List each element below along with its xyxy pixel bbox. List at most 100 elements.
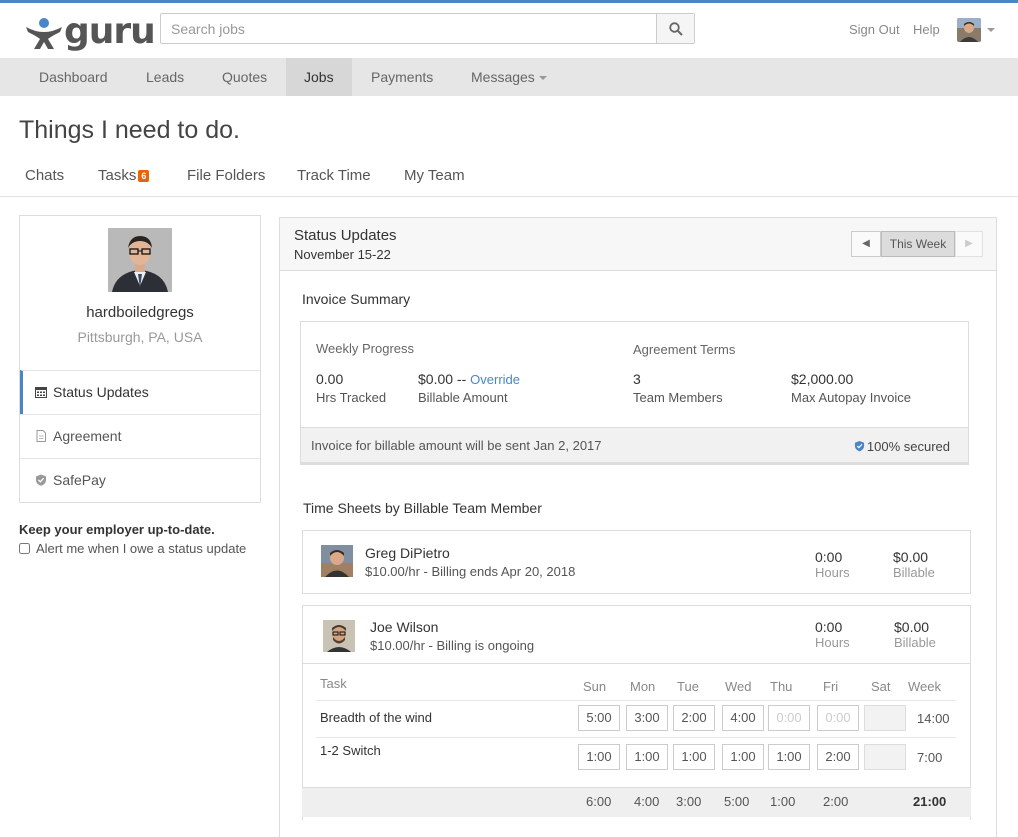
total-mon: 4:00: [634, 794, 660, 809]
task-week-total: 14:00: [917, 711, 950, 726]
invoice-summary-heading: Invoice Summary: [302, 291, 411, 307]
column-header-week: Week: [908, 679, 941, 694]
billable-amount-row: $0.00 -- Override: [418, 371, 520, 387]
billable-amount-label: Billable Amount: [418, 390, 508, 405]
user-avatar[interactable]: [957, 18, 981, 42]
column-header-thu: Thu: [770, 679, 793, 694]
tab-file-folders[interactable]: File Folders: [187, 167, 265, 184]
time-cell-fri[interactable]: 2:00: [817, 744, 859, 770]
tab-tasks[interactable]: Tasks 6: [98, 167, 150, 184]
status-alert-option[interactable]: Alert me when I owe a status update: [19, 541, 246, 556]
agreement-terms-label: Agreement Terms: [633, 342, 736, 357]
total-wed: 5:00: [724, 794, 750, 809]
time-sheets-heading: Time Sheets by Billable Team Member: [303, 500, 542, 516]
user-menu-chevron-down-icon[interactable]: [987, 28, 995, 32]
time-cell-thu[interactable]: 1:00: [768, 744, 810, 770]
billable-amount-value: $0.00: [418, 371, 454, 387]
nav-messages[interactable]: Messages: [453, 58, 565, 96]
time-cell-sun[interactable]: 1:00: [578, 744, 620, 770]
tab-tasks-label: Tasks: [98, 167, 137, 184]
task-name: Breadth of the wind: [320, 710, 433, 725]
sidebar-item-agreement[interactable]: Agreement: [20, 414, 260, 458]
hrs-tracked-label: Hrs Tracked: [316, 390, 387, 405]
nav-payments[interactable]: Payments: [353, 58, 451, 96]
member-avatar: [323, 620, 355, 652]
search-icon: [668, 21, 683, 36]
time-cell-mon[interactable]: 3:00: [626, 705, 668, 731]
tasks-count-badge: 6: [138, 170, 150, 182]
grand-total: 21:00: [913, 794, 947, 809]
nav-quotes[interactable]: Quotes: [204, 58, 285, 96]
sign-out-link[interactable]: Sign Out: [849, 22, 900, 37]
member-avatar: [321, 545, 353, 577]
main-nav: Dashboard Leads Quotes Jobs Payments Mes…: [0, 58, 1018, 96]
column-header-wed: Wed: [725, 679, 752, 694]
member-billing-status: - Billing is ongoing: [424, 638, 535, 653]
secured-indicator: 100% secured: [854, 439, 950, 454]
nav-leads[interactable]: Leads: [128, 58, 202, 96]
sidebar-item-safepay[interactable]: SafePay: [20, 458, 260, 502]
time-cell-fri[interactable]: 0:00: [817, 705, 859, 731]
time-cell-tue[interactable]: 2:00: [673, 705, 715, 731]
time-cell-wed[interactable]: 4:00: [722, 705, 764, 731]
member-name: Joe Wilson: [370, 619, 439, 635]
guru-wordmark: guru: [64, 11, 156, 52]
status-alert-checkbox[interactable]: [19, 543, 30, 554]
tab-my-team[interactable]: My Team: [404, 167, 465, 184]
member-hours-label: Hours: [815, 635, 850, 650]
next-week-button[interactable]: ▶: [955, 231, 983, 257]
invoice-summary-card: Weekly Progress Agreement Terms 0.00 Hrs…: [300, 321, 969, 465]
chevron-down-icon: [538, 76, 547, 81]
this-week-button[interactable]: This Week: [881, 231, 955, 257]
member-billable-value: $0.00: [894, 619, 930, 635]
panel-title: Status Updates: [294, 227, 397, 244]
profile-location: Pittsburgh, PA, USA: [77, 329, 203, 345]
total-thu: 1:00: [770, 794, 796, 809]
page-title: Things I need to do.: [19, 116, 240, 144]
total-fri: 2:00: [823, 794, 849, 809]
hrs-tracked-value: 0.00: [316, 371, 344, 387]
nav-jobs[interactable]: Jobs: [286, 58, 352, 96]
team-member-card[interactable]: Greg DiPietro $10.00/hr - Billing ends A…: [302, 530, 971, 594]
nav-dashboard[interactable]: Dashboard: [21, 58, 126, 96]
time-cell-wed[interactable]: 1:00: [722, 744, 764, 770]
header: guru Sign Out Help: [0, 3, 1018, 58]
daily-totals-bar: 6:00 4:00 3:00 5:00 1:00 2:00 21:00: [302, 787, 971, 817]
invoice-footer: Invoice for billable amount will be sent…: [301, 427, 968, 464]
time-cell-sat[interactable]: [864, 744, 906, 770]
previous-week-button[interactable]: ◀: [851, 231, 881, 257]
member-hours-value: 0:00: [815, 549, 843, 565]
time-cell-sat[interactable]: [864, 705, 906, 731]
invoice-send-date-text: Invoice for billable amount will be sent…: [311, 438, 602, 453]
help-link[interactable]: Help: [913, 22, 940, 37]
search-button[interactable]: [656, 14, 694, 43]
tab-track-time[interactable]: Track Time: [297, 167, 371, 184]
time-cell-tue[interactable]: 1:00: [673, 744, 715, 770]
panel-header: Status Updates November 15-22 ◀ This Wee…: [280, 218, 996, 271]
search-input[interactable]: [161, 14, 657, 43]
tab-chats[interactable]: Chats: [25, 167, 64, 184]
sidebar-item-status-updates[interactable]: Status Updates: [20, 370, 260, 414]
member-header[interactable]: Joe Wilson $10.00/hr - Billing is ongoin…: [303, 606, 970, 664]
sidebar-item-label: Status Updates: [53, 384, 149, 400]
member-billable-label: Billable: [894, 635, 936, 650]
max-autopay-label: Max Autopay Invoice: [791, 390, 911, 405]
guru-logo[interactable]: guru: [24, 11, 156, 52]
document-icon: [36, 430, 46, 442]
calendar-icon: [35, 387, 47, 398]
max-autopay-value: $2,000.00: [791, 371, 854, 387]
time-cell-mon[interactable]: 1:00: [626, 744, 668, 770]
override-link[interactable]: Override: [470, 372, 520, 387]
profile-name[interactable]: hardboiledgregs: [20, 304, 260, 321]
column-header-sat: Sat: [871, 679, 891, 694]
billable-separator: --: [453, 371, 471, 387]
member-hours-label: Hours: [815, 565, 850, 580]
task-name: 1-2 Switch: [320, 743, 381, 758]
total-sun: 6:00: [586, 794, 612, 809]
sidebar-item-label: SafePay: [53, 472, 106, 488]
time-cell-thu[interactable]: 0:00: [768, 705, 810, 731]
guru-figure-icon: [26, 18, 62, 49]
member-name: Greg DiPietro: [365, 545, 450, 561]
search-box: [160, 13, 695, 44]
time-cell-sun[interactable]: 5:00: [578, 705, 620, 731]
